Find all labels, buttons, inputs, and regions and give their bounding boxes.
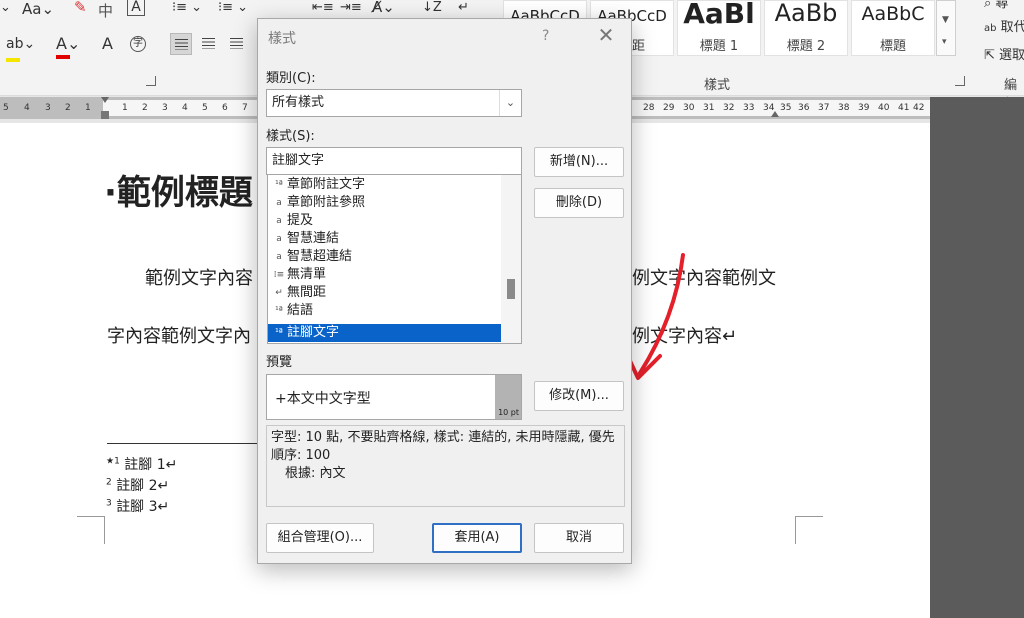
preview-size-bar: 10 pt	[495, 375, 521, 419]
list-item-label: 智慧連結	[287, 231, 340, 246]
dialog-title: 樣式	[268, 31, 296, 47]
style-type-icon: ↵	[275, 288, 283, 298]
list-item[interactable]: a 章節附註參照	[268, 194, 501, 212]
modify-button[interactable]: 修改(M)...	[534, 381, 624, 411]
preview-size-label: 10 pt	[498, 408, 519, 417]
list-scrollbar[interactable]	[501, 175, 521, 343]
style-type-icon: a	[276, 198, 282, 208]
list-item[interactable]: a 智慧連結	[268, 230, 501, 248]
style-type-icon: ⁞≡	[273, 270, 285, 280]
list-item-selected[interactable]: ¹ª 註腳文字	[268, 324, 501, 342]
style-type-icon: ¹ª	[275, 306, 283, 316]
preview-label: 預覽	[266, 355, 293, 370]
list-item-label: 註腳文字	[287, 325, 340, 340]
apply-button[interactable]: 套用(A)	[432, 523, 522, 553]
list-item[interactable]: ⁞≡ 無清單	[268, 266, 501, 284]
style-name-input[interactable]: 註腳文字	[266, 147, 522, 175]
list-item[interactable]: ↵ 無間距	[268, 284, 501, 302]
list-item[interactable]: a 提及	[268, 212, 501, 230]
chevron-down-icon[interactable]: ⌄	[499, 90, 521, 116]
style-label: 樣式(S):	[266, 129, 315, 144]
list-item-label: 結語	[287, 303, 314, 318]
style-type-icon: ¹ª	[275, 180, 283, 190]
style-input-value: 註腳文字	[272, 153, 325, 168]
style-type-icon: ¹ª	[275, 328, 283, 338]
preview-sample-text: +本文中文字型	[275, 391, 371, 407]
new-button[interactable]: 新增(N)...	[534, 147, 624, 177]
scrollbar-thumb[interactable]	[507, 279, 515, 299]
list-item[interactable]: ¹ª 結語	[268, 302, 501, 320]
category-select[interactable]: 所有樣式 ⌄	[266, 89, 522, 117]
close-icon[interactable]: ✕	[592, 22, 620, 48]
category-label: 類別(C):	[266, 71, 316, 86]
delete-button[interactable]: 刪除(D)	[534, 188, 624, 218]
list-item-label: 無間距	[287, 285, 327, 300]
list-item-label: 無清單	[287, 267, 327, 282]
category-value: 所有樣式	[272, 95, 325, 110]
style-type-icon: a	[276, 234, 282, 244]
list-item[interactable]: ¹ª 章節附註文字	[268, 176, 501, 194]
based-on-text: 根據: 內文	[285, 466, 346, 481]
list-item[interactable]: a 智慧超連結	[268, 248, 501, 266]
organizer-button[interactable]: 組合管理(O)...	[266, 523, 374, 553]
style-preview: +本文中文字型 10 pt	[266, 374, 522, 420]
list-item-label: 智慧超連結	[287, 249, 353, 264]
list-item-label: 章節附註參照	[287, 195, 366, 210]
list-item-label: 章節附註文字	[287, 177, 366, 192]
description-text: 字型: 10 點, 不要貼齊格線, 樣式: 連結的, 未用時隱藏, 優先順序: …	[271, 430, 615, 463]
cancel-button[interactable]: 取消	[534, 523, 624, 553]
help-icon[interactable]: ?	[542, 28, 549, 44]
style-type-icon: a	[276, 216, 282, 226]
style-description: 字型: 10 點, 不要貼齊格線, 樣式: 連結的, 未用時隱藏, 優先順序: …	[266, 425, 625, 507]
style-dialog: 樣式 ? ✕ 類別(C): 所有樣式 ⌄ 樣式(S): 註腳文字 ¹ª 章節附註文…	[257, 18, 632, 564]
list-item-label: 提及	[287, 213, 314, 228]
style-list[interactable]: ¹ª 章節附註文字 a 章節附註參照 a 提及 a 智慧連結 a 智慧超連結 ⁞≡ 無清單 …	[267, 174, 522, 344]
style-type-icon: a	[276, 252, 282, 262]
